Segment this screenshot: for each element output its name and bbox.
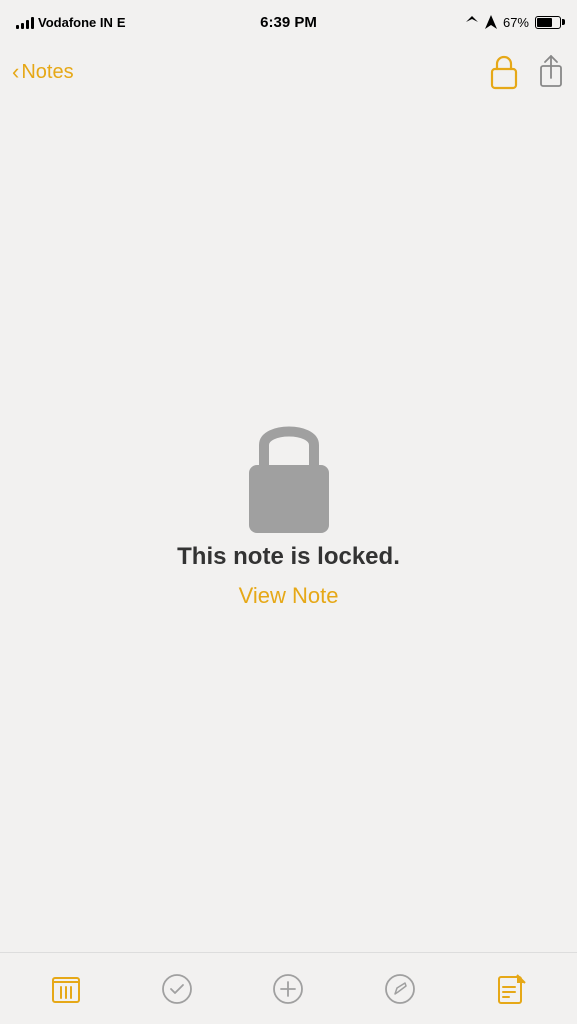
nav-actions (489, 53, 565, 91)
pencil-circle-icon (384, 973, 416, 1005)
large-lock-icon (229, 403, 349, 543)
view-note-button[interactable]: View Note (239, 583, 339, 609)
status-right: 67% (465, 15, 561, 30)
bottom-toolbar (0, 952, 577, 1024)
signal-bar-2 (21, 23, 24, 29)
network-type: E (117, 15, 126, 30)
navigation-icon (485, 15, 497, 29)
status-bar: Vodafone IN E 6:39 PM 67% (0, 0, 577, 44)
new-note-button[interactable] (486, 964, 536, 1014)
share-icon[interactable] (537, 54, 565, 90)
location-icon (465, 15, 479, 29)
check-button[interactable] (152, 964, 202, 1014)
signal-bar-1 (16, 25, 19, 29)
signal-bar-4 (31, 17, 34, 29)
back-button[interactable]: ‹ Notes (12, 61, 74, 84)
battery-icon (535, 16, 561, 29)
locked-title: This note is locked. (177, 543, 400, 571)
status-left: Vodafone IN E (16, 15, 126, 30)
plus-circle-icon (272, 973, 304, 1005)
chevron-left-icon: ‹ (12, 61, 19, 83)
back-label: Notes (21, 61, 73, 84)
battery-percent: 67% (503, 15, 529, 30)
lock-icon[interactable] (489, 53, 519, 91)
status-time: 6:39 PM (260, 14, 317, 31)
pencil-button[interactable] (375, 964, 425, 1014)
main-content: This note is locked. View Note (0, 100, 577, 952)
trash-icon (51, 972, 81, 1006)
signal-bar-3 (26, 20, 29, 29)
add-button[interactable] (263, 964, 313, 1014)
carrier-name: Vodafone IN (38, 15, 113, 30)
delete-button[interactable] (41, 964, 91, 1014)
check-circle-icon (161, 973, 193, 1005)
edit-icon (495, 973, 527, 1005)
signal-bars-icon (16, 15, 34, 29)
nav-bar: ‹ Notes (0, 44, 577, 100)
